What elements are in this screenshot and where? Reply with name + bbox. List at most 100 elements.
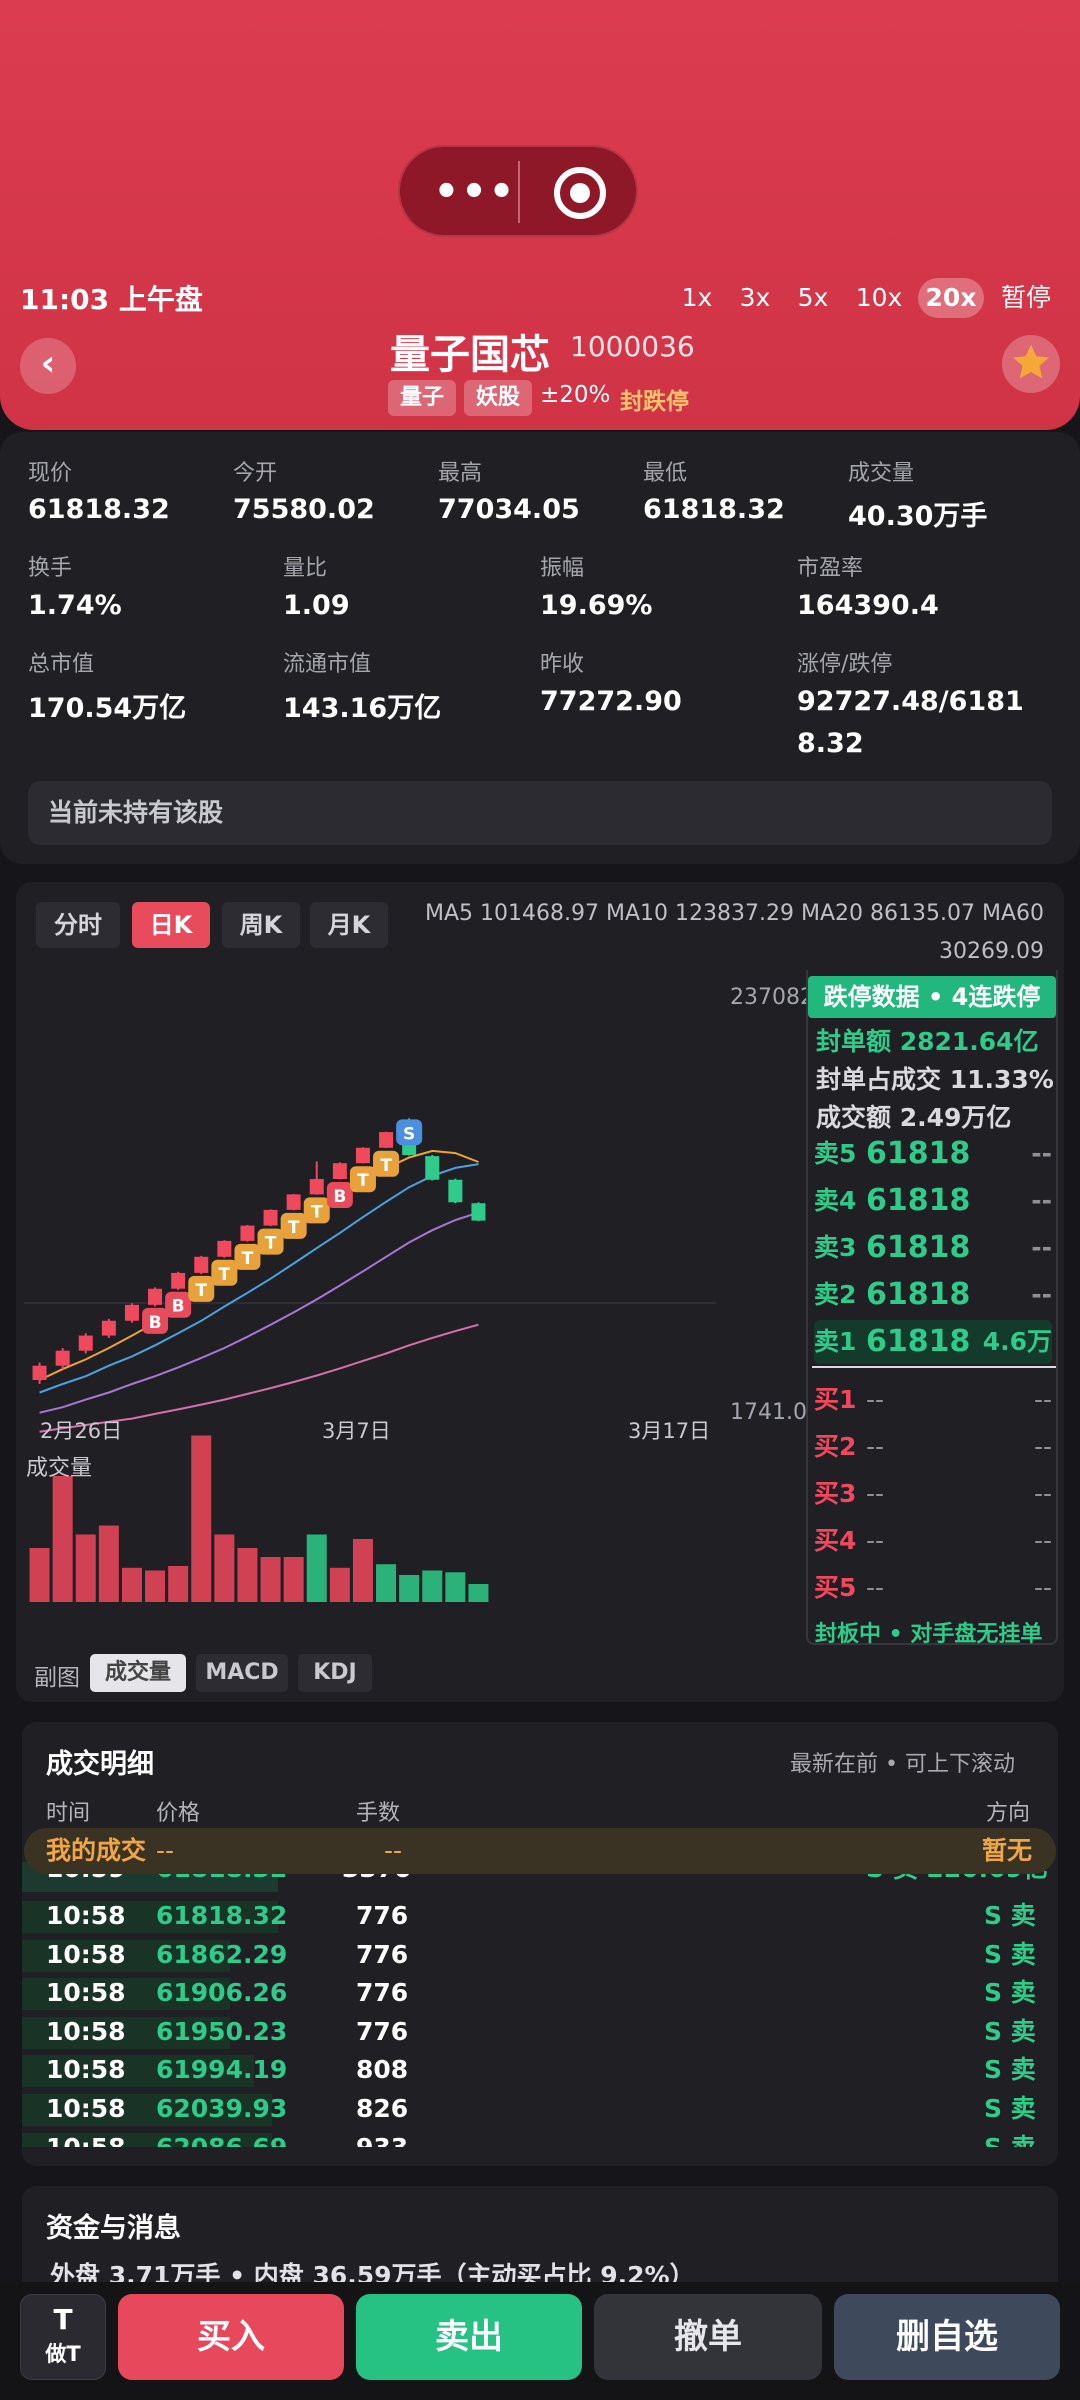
volume-value: 40.30万手 [848,501,988,532]
trade-marker-label: T [195,1281,207,1301]
bid-level[interactable]: 买3 -- -- [814,1472,1052,1516]
trade-marker-label: B [172,1297,185,1317]
volume-bar [445,1572,466,1602]
speed-10x[interactable]: 10x [848,278,910,318]
ask-price: 61818 [866,1136,971,1171]
buy-button[interactable]: 买入 [118,2294,344,2380]
stat-label: 昨收 [540,652,585,677]
ask-level[interactable]: 卖4 61818 -- [814,1179,1052,1223]
candle-body [148,1288,163,1305]
holding-status: 当前未持有该股 [28,781,1052,845]
trade-direction: S 卖 [984,2016,1036,2046]
trade-qty: 826 [356,2094,409,2123]
star-icon [1013,344,1049,379]
trade-marker-label: S [403,1124,415,1144]
do-t-button[interactable]: T 做T [20,2294,106,2380]
bid-volume: -- [1033,1385,1052,1414]
low-price: 61818.32 [643,494,785,525]
volume-bar [191,1435,212,1602]
capsule-divider [518,161,520,223]
cancel-order-button[interactable]: 撤单 [594,2294,822,2380]
clock-time: 11:03 [20,283,110,316]
trade-detail-title: 成交明细 [46,1749,154,1780]
pause-button[interactable]: 暂停 [996,278,1056,318]
bid-level[interactable]: 买1 -- -- [814,1378,1052,1422]
trade-price: 61818.32 [156,1901,288,1930]
prev-close-value: 77272.90 [540,686,682,717]
ask-level[interactable]: 卖2 61818 -- [814,1273,1052,1317]
mini-program-capsule[interactable]: ••• [398,145,638,237]
sub-tab-volume[interactable]: 成交量 [90,1654,186,1692]
orderbook-divider [812,1366,1056,1368]
ask-label: 卖1 [814,1327,857,1356]
bid-level[interactable]: 买5 -- -- [814,1566,1052,1610]
limit-status: 封跌停 [620,389,689,415]
remove-favorite-button[interactable]: 删自选 [834,2294,1060,2380]
turnover-amount: 成交额 2.49万亿 [816,1103,1012,1132]
kline-chart[interactable]: BBTTTTTTBTTS 237082 1741.0 2月26日 3月7日 3月… [16,960,806,1620]
volume-bar [283,1557,304,1602]
ask-level[interactable]: 卖5 61818 -- [814,1132,1052,1176]
x-axis-date-label: 2月26日 [40,1419,122,1443]
trade-qty: 776 [356,2016,409,2046]
candle-body [32,1365,47,1380]
bid-level[interactable]: 买2 -- -- [814,1425,1052,1469]
speed-20x[interactable]: 20x [918,278,984,318]
sub-tab-macd[interactable]: MACD [196,1654,288,1692]
table-row: 10:58 62039.93 826 S 卖 [22,2090,1058,2128]
stat-label: 总市值 [28,652,95,677]
bid-price: -- [866,1526,885,1555]
tab-intraday[interactable]: 分时 [36,902,120,948]
volume-bar [145,1570,166,1602]
favorite-button[interactable] [1002,335,1060,393]
volume-bar [98,1525,119,1602]
trade-time: 10:58 [46,1939,126,1969]
stock-code: 1000036 [570,330,695,363]
trade-time: 10:58 [46,1978,126,2008]
bid-level[interactable]: 买4 -- -- [814,1519,1052,1563]
tab-daily-k[interactable]: 日K [132,902,210,948]
tab-weekly-k[interactable]: 周K [222,902,300,948]
sell-button[interactable]: 卖出 [356,2294,582,2380]
table-row: 10:58 62086.69 933 S 卖 [22,2129,1058,2147]
ask-label: 卖2 [814,1280,857,1309]
ask-level[interactable]: 卖3 61818 -- [814,1226,1052,1270]
volume-bar [376,1564,397,1602]
tab-monthly-k[interactable]: 月K [310,902,388,948]
table-row: 10:58 61994.19 808 S 卖 [22,2051,1058,2089]
candle-body [379,1132,394,1148]
amplitude-value: 19.69% [540,590,653,621]
volume-bar [306,1534,327,1602]
more-dots-icon[interactable]: ••• [430,169,520,215]
trade-time: 10:58 [46,2055,126,2085]
back-button[interactable]: ‹ [20,338,76,394]
sub-chart-label: 副图 [34,1665,80,1691]
bid-label: 买4 [814,1526,857,1555]
ask-level[interactable]: 卖1 61818 4.6万 [814,1320,1052,1364]
speed-5x[interactable]: 5x [788,278,838,318]
table-row: 10:58 61862.29 776 S 卖 [22,1936,1058,1974]
col-qty: 手数 [356,1801,401,1826]
float-cap-value: 143.16万亿 [283,693,442,724]
trade-time: 10:58 [46,2129,126,2147]
speed-1x[interactable]: 1x [672,278,722,318]
tag-demon-stock: 妖股 [464,380,533,416]
ask-price: 61818 [866,1277,971,1312]
sub-tab-kdj[interactable]: KDJ [298,1654,372,1692]
ask-price: 61818 [866,1324,971,1359]
volume-bar [260,1557,281,1602]
speed-3x[interactable]: 3x [730,278,780,318]
candle-body [309,1179,324,1195]
trade-time: 10:58 [46,2094,126,2123]
candle-body [217,1240,232,1257]
record-target-icon[interactable] [554,167,606,219]
candle-body [78,1335,93,1351]
my-trade-label: 我的成交 [46,1836,147,1865]
trade-marker-label: T [265,1234,277,1254]
market-cap-value: 170.54万亿 [28,693,187,724]
volume-bar [399,1575,420,1602]
market-clock: 11:03 上午盘 [20,278,203,318]
col-direction: 方向 [986,1801,1031,1826]
volume-label: 成交量 [26,1456,92,1481]
volume-bar [468,1584,489,1602]
